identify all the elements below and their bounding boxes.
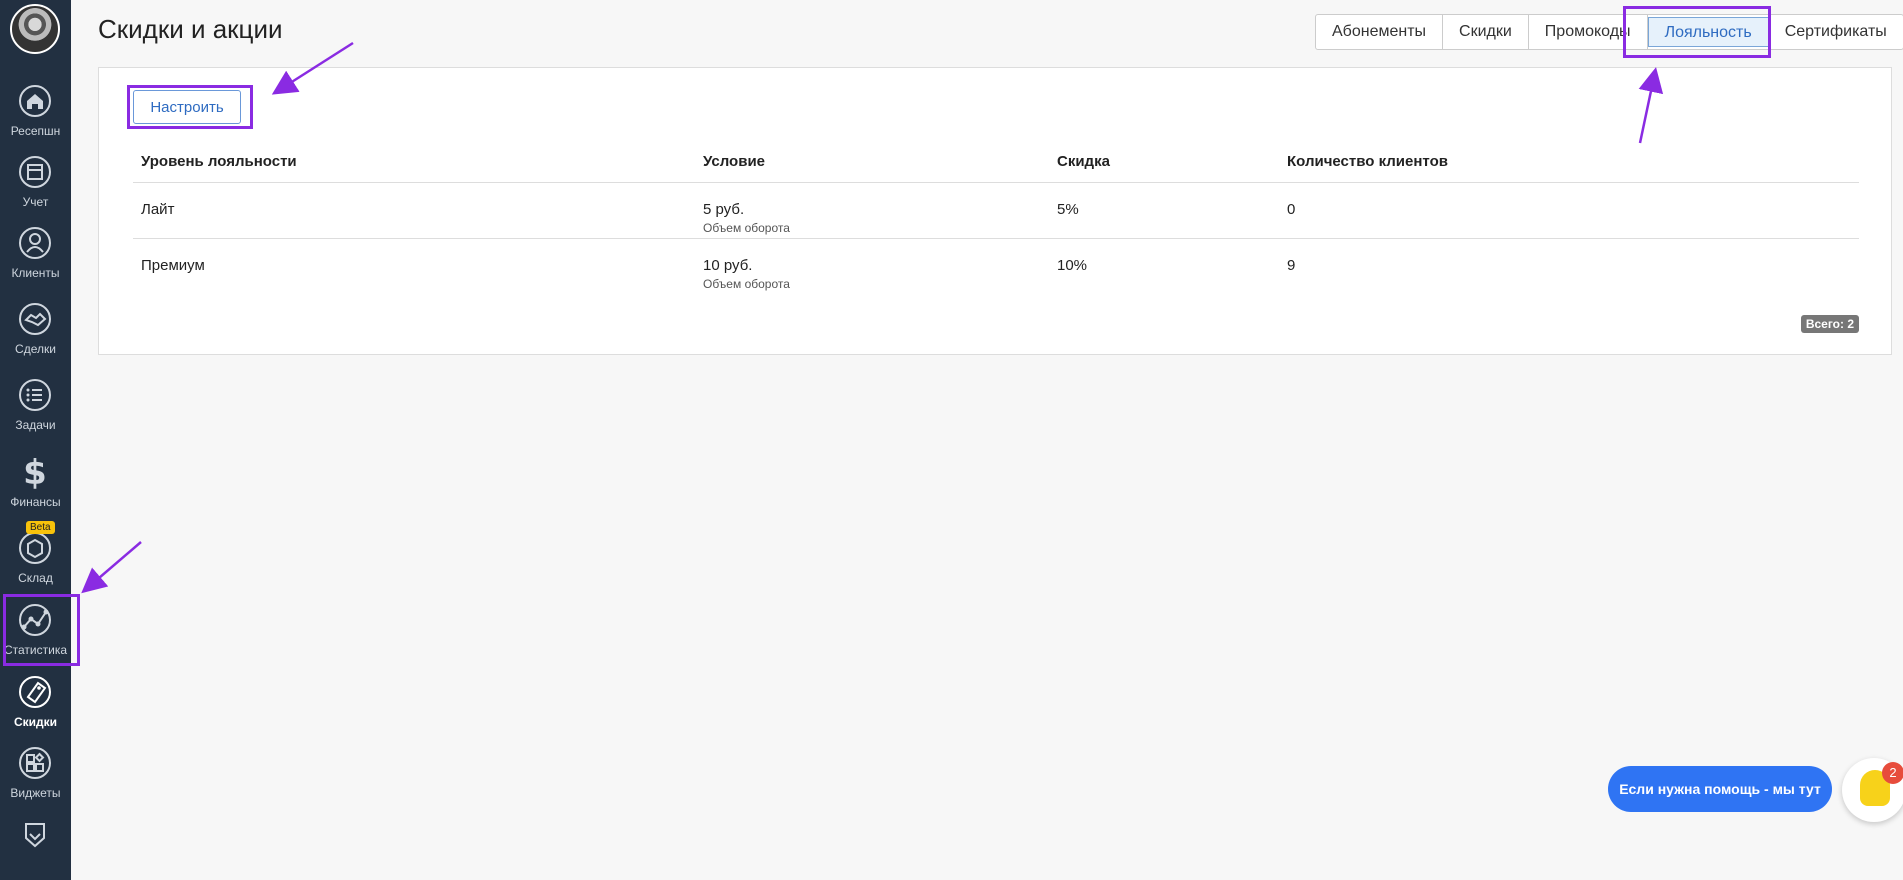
condition-note: Объем оборота: [703, 277, 790, 291]
sidebar-item-reception[interactable]: Ресепшн: [0, 84, 71, 154]
help-button[interactable]: Если нужна помощь - мы тут: [1608, 766, 1832, 812]
sidebar-item-accounting[interactable]: Учет: [0, 155, 71, 225]
tab-subscriptions[interactable]: Абонементы: [1316, 15, 1444, 49]
chevron-down-icon: [25, 823, 45, 848]
notification-badge: 2: [1882, 762, 1903, 784]
table-row[interactable]: Премиум 10 руб. Объем оборота 10% 9: [133, 239, 1859, 295]
loyalty-panel: Настроить Уровень лояльности Условие Ски…: [98, 67, 1892, 355]
total-badge: Всего: 2: [1800, 315, 1859, 333]
chart-icon: [19, 604, 51, 636]
cell-discount: 10%: [1057, 257, 1088, 274]
handshake-icon: [19, 303, 51, 335]
sidebar-item-label: Сделки: [15, 342, 56, 356]
sidebar-item-discounts[interactable]: Скидки: [0, 675, 71, 745]
cell-level: Лайт: [141, 201, 175, 218]
sidebar-item-deals[interactable]: Сделки: [0, 302, 71, 372]
beta-badge: Beta: [26, 521, 55, 534]
sidebar-item-warehouse[interactable]: Beta Склад: [0, 521, 71, 601]
cell-condition: 5 руб. Объем оборота: [703, 201, 790, 235]
cell-clients: 9: [1287, 257, 1296, 274]
calendar-icon: [19, 156, 51, 188]
chat-bot-button[interactable]: 2: [1842, 758, 1903, 822]
tab-promocodes[interactable]: Промокоды: [1529, 15, 1648, 49]
user-icon: [19, 227, 51, 259]
sidebar-item-label: Финансы: [10, 495, 61, 509]
dollar-icon: $: [23, 455, 47, 489]
sidebar-item-label: Склад: [18, 571, 53, 585]
cell-discount: 5%: [1057, 201, 1079, 218]
home-icon: [19, 85, 51, 117]
task-list-icon: [19, 379, 51, 411]
sidebar-item-label: Задачи: [15, 418, 56, 432]
column-header-discount: Скидка: [1057, 153, 1110, 170]
sidebar-item-label: Учет: [22, 195, 49, 209]
svg-text:$: $: [23, 455, 47, 489]
sidebar-item-statistics[interactable]: Статистика: [0, 603, 71, 673]
condition-value: 5 руб.: [703, 201, 745, 218]
sidebar-item-label: Ресепшн: [10, 124, 61, 138]
box-icon: [19, 532, 51, 564]
condition-value: 10 руб.: [703, 257, 753, 274]
sale-tag-icon: [19, 676, 51, 708]
sidebar-item-label: Виджеты: [10, 786, 61, 800]
sidebar-item-tasks[interactable]: Задачи: [0, 378, 71, 448]
configure-button[interactable]: Настроить: [133, 90, 241, 124]
sidebar-item-label: Скидки: [13, 715, 58, 729]
sidebar-item-widgets[interactable]: Виджеты: [0, 746, 71, 816]
cell-level: Премиум: [141, 257, 205, 274]
column-header-level: Уровень лояльности: [141, 153, 297, 170]
sidebar-item-label: Статистика: [3, 643, 68, 657]
sidebar: Ресепшн Учет Клиенты Сделки Задачи $ Фин…: [0, 0, 71, 880]
arrow-to-statistics: [81, 541, 142, 594]
tab-certificates[interactable]: Сертификаты: [1769, 15, 1903, 49]
condition-note: Объем оборота: [703, 221, 790, 235]
page-title: Скидки и акции: [98, 14, 283, 44]
table-row[interactable]: Лайт 5 руб. Объем оборота 5% 0: [133, 183, 1859, 239]
cell-clients: 0: [1287, 201, 1296, 218]
avatar[interactable]: [10, 4, 60, 54]
column-header-condition: Условие: [703, 153, 766, 170]
column-header-clients: Количество клиентов: [1287, 153, 1448, 170]
tabs: Абонементы Скидки Промокоды Лояльность С…: [1315, 14, 1903, 50]
cell-condition: 10 руб. Объем оборота: [703, 257, 790, 291]
table-header: Уровень лояльности Условие Скидка Количе…: [133, 143, 1859, 183]
sidebar-item-label: Клиенты: [11, 266, 60, 280]
loyalty-table: Уровень лояльности Условие Скидка Количе…: [133, 143, 1859, 295]
tab-discounts[interactable]: Скидки: [1443, 15, 1529, 49]
sidebar-item-more[interactable]: [0, 818, 71, 868]
sidebar-item-clients[interactable]: Клиенты: [0, 226, 71, 296]
tab-loyalty[interactable]: Лояльность: [1647, 17, 1769, 47]
sidebar-item-finance[interactable]: $ Финансы: [0, 455, 71, 525]
widgets-icon: [19, 747, 51, 779]
